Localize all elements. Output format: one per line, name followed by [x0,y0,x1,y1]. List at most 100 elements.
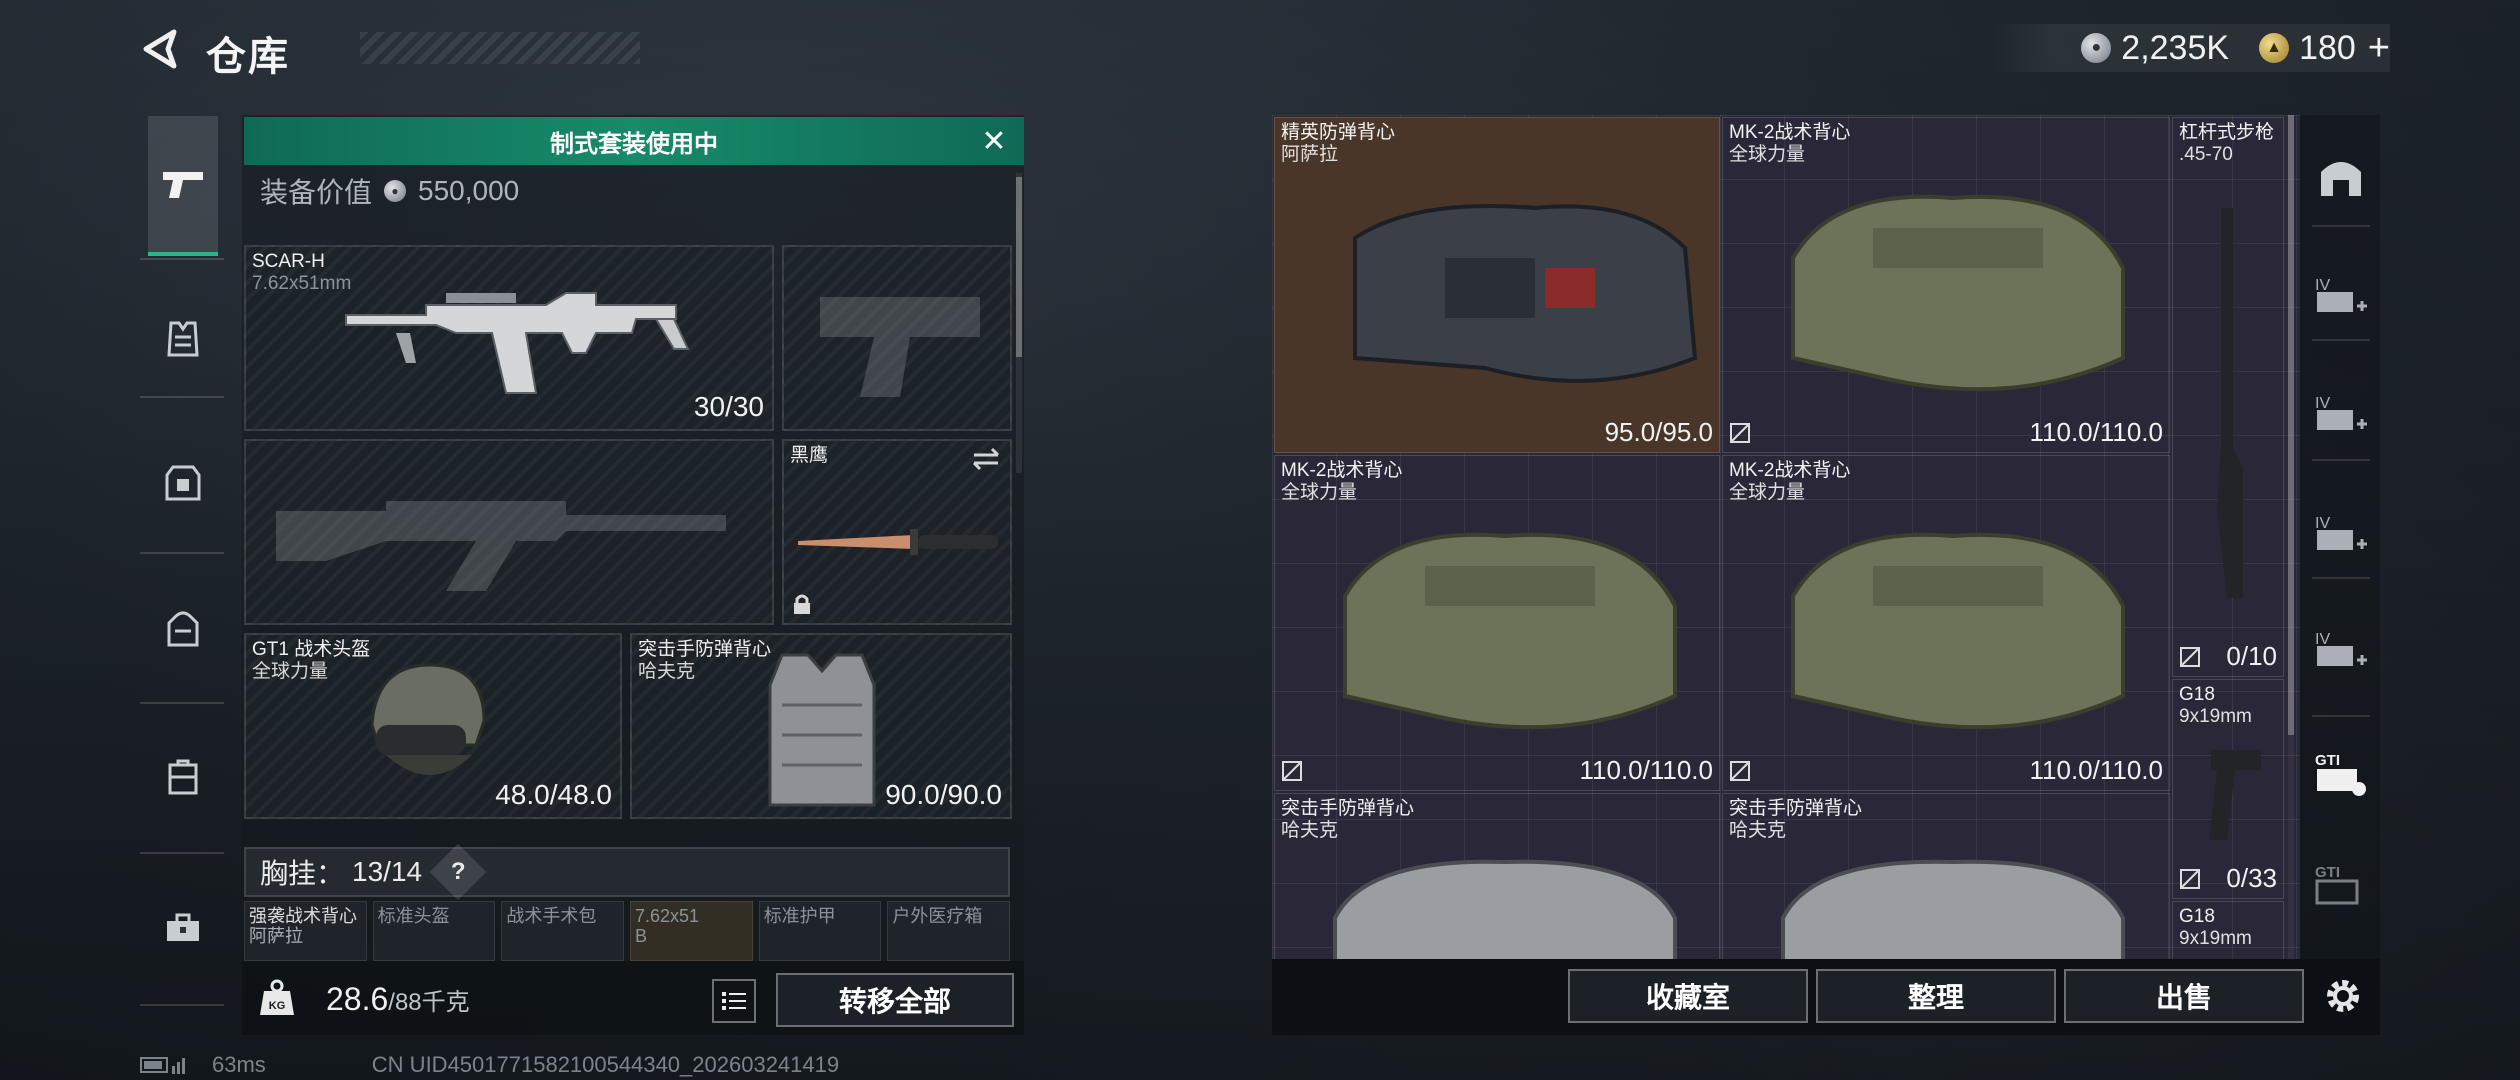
filter-expansion-2[interactable]: IV [2310,383,2372,445]
gear-icon [2327,980,2359,1012]
item-durability: 110.0/110.0 [2029,755,2164,785]
page-title: 仓库 [206,35,290,79]
nav-backpack[interactable] [148,594,218,664]
armor-vest-icon [165,465,201,501]
list-icon [722,992,746,1010]
stash-footer: 收藏室 整理 出售 [1272,959,2380,1035]
expand-slot-icon: IV [2315,277,2367,312]
rifle-image [345,292,690,394]
stash-item[interactable]: 杠杆式步枪 .45-70 0/10 [2172,117,2284,677]
chest-rig-slot-sub: 阿萨拉 [249,926,303,946]
chest-rig-count: 13/14 [352,856,423,887]
item-name: MK-2战术背心 [1729,460,1851,481]
chest-rig-slot[interactable]: 标准头盔 [372,901,496,961]
stash-item[interactable]: MK-2战术背心 全球力量 110.0/110.0 [1722,455,2170,791]
carry-weight-max: /88千克 [388,989,470,1016]
loadout-scroll-thumb[interactable] [1016,177,1022,357]
slot-melee[interactable]: 黑鹰 [782,439,1012,625]
chest-rig-slot-label: 户外医疗箱 [892,906,983,926]
add-gold-button[interactable]: + [2368,27,2390,70]
filter-expansion-3[interactable]: IV [2310,503,2372,565]
currency-gold: ▲ 180 + [2259,27,2390,70]
stash-item[interactable]: G18 9x19mm 0/33 [2172,679,2284,899]
back-button[interactable] [138,26,184,72]
transfer-all-button[interactable]: 转移全部 [776,973,1014,1027]
collection-room-button[interactable]: 收藏室 [1568,969,1808,1023]
slot-armor[interactable]: 突击手防弹背心 哈夫克 90.0/90.0 [630,633,1012,819]
filter-expansion-1[interactable]: IV [2310,265,2372,327]
item-caliber: .45-70 [2179,144,2233,165]
battery-signal-icon [140,1057,185,1074]
slot-primary-weapon[interactable]: SCAR-H 7.62x51mm 30/30 [244,245,774,431]
title-stripe-decoration [360,32,640,64]
sort-button[interactable]: 整理 [1816,969,2056,1023]
item-durability: 95.0/95.0 [1604,417,1713,447]
helmet-image [370,663,486,775]
stash-item[interactable]: MK-2战术背心 全球力量 110.0/110.0 [1722,117,2170,453]
filter-separator [2312,577,2370,579]
no-insure-icon [2180,647,2200,667]
stash-item[interactable]: MK-2战术背心 全球力量 110.0/110.0 [1274,455,1720,791]
melee-name: 黑鹰 [790,445,829,466]
item-brand: 哈夫克 [1729,820,1787,841]
toolbox-icon [167,913,199,941]
header: 仓库 ● 2,235K ▲ 180 + [0,0,2520,100]
slot-secondary-weapon-empty[interactable] [244,439,774,625]
storage-icon [2321,162,2361,196]
weight-icon: KG [260,979,294,1015]
chest-rig-slot[interactable]: 户外医疗箱 [887,901,1011,961]
nav-separator [140,852,224,854]
nav-armor[interactable] [148,448,218,518]
currency-gold-amount: 180 [2299,28,2356,67]
equipment-value: 装备价值 ● 550,000 [260,171,519,211]
stash-item[interactable]: 突击手防弹背心 哈夫克 [1722,793,2170,959]
stash-item[interactable]: G18 9x19mm [2172,901,2284,959]
item-caliber: 9x19mm [2179,928,2252,949]
swap-icon[interactable] [970,447,1002,471]
help-button[interactable]: ? [429,843,487,901]
sell-button[interactable]: 出售 [2064,969,2304,1023]
chest-rig-slot[interactable]: 强袭战术背心 阿萨拉 [244,901,367,961]
helmet-brand: 全球力量 [252,661,329,682]
nav-case[interactable] [148,742,218,812]
close-icon: ✕ [981,124,1007,158]
chest-rig-slot[interactable]: 标准护甲 [758,901,882,961]
nav-separator [140,1004,224,1006]
nav-toolbox[interactable] [148,892,218,962]
lock-icon [794,594,810,614]
filter-stash-main[interactable] [2310,145,2372,207]
nav-weapons[interactable] [148,116,218,256]
status-bar: 63ms CN UID4501771582100544340_202603241… [140,1050,839,1080]
vest-image [1343,532,1677,730]
currency-silver: ● 2,235K [2081,29,2229,68]
list-view-button[interactable] [712,979,756,1023]
armor-brand: 哈夫克 [638,661,696,682]
stash-item[interactable]: 突击手防弹背心 哈夫克 [1274,793,1720,959]
nav-separator [140,552,224,554]
chest-rig-slot[interactable]: 7.62x51 B [630,901,753,961]
case-icon [168,759,198,795]
svg-text:KG: KG [269,1000,286,1012]
stash-item[interactable]: 精英防弹背心 阿萨拉 95.0/95.0 [1274,117,1720,453]
chest-rig-slot[interactable]: 战术手术包 [501,901,625,961]
slot-helmet[interactable]: GT1 战术头盔 全球力量 48.0/48.0 [244,633,622,819]
chest-rig-slot-label: 战术手术包 [506,906,597,926]
no-insure-icon [2180,869,2200,889]
chest-rig-icon [167,321,199,357]
chest-rig-slot-label: 7.62x51 [635,906,700,926]
filter-gti-case-2[interactable]: GTI [2310,855,2372,917]
primary-weapon-ammo: 30/30 [693,391,764,422]
back-arrow-icon [143,29,177,69]
item-name: 精英防弹背心 [1281,122,1396,143]
close-banner-button[interactable]: ✕ [978,124,1010,158]
stash-scroll-thumb[interactable] [2288,115,2294,735]
svg-text:IV: IV [2315,515,2330,532]
filter-expansion-4[interactable]: IV [2310,619,2372,681]
silver-coin-icon: ● [2081,33,2112,63]
slot-pistol-empty[interactable] [782,245,1012,431]
chest-rig-label: 胸挂： [260,858,345,889]
filter-gti-case[interactable]: GTI [2310,743,2372,805]
settings-button[interactable] [2314,967,2372,1025]
no-insure-icon [1730,423,1750,443]
nav-chest-rig[interactable] [148,304,218,374]
